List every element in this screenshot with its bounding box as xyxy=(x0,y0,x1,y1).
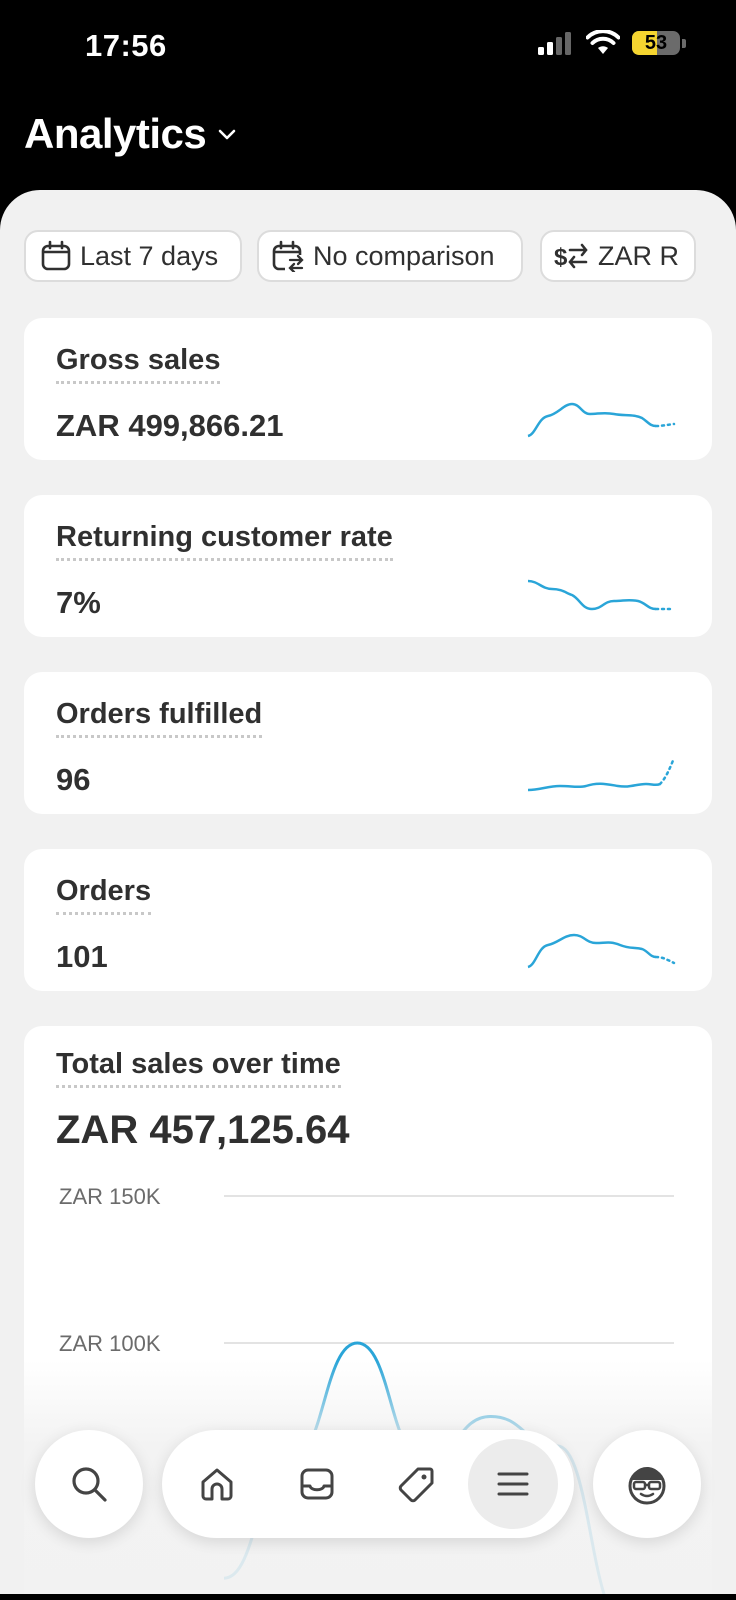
sparkline xyxy=(527,933,676,969)
inbox-icon xyxy=(300,1468,334,1500)
metric-value: 101 xyxy=(56,939,108,974)
orders-fulfilled-card[interactable]: Orders fulfilled 96 xyxy=(24,672,712,814)
currency-button[interactable]: $ ZAR R xyxy=(540,230,696,282)
tab-menu[interactable] xyxy=(468,1439,558,1529)
battery-icon: 53 xyxy=(632,31,680,55)
total-sales-value: ZAR 457,125.64 xyxy=(56,1108,350,1152)
home-icon xyxy=(201,1468,233,1501)
home-indicator xyxy=(0,1594,736,1600)
metric-value: ZAR 499,866.21 xyxy=(56,408,284,443)
tab-products[interactable] xyxy=(372,1439,462,1529)
tab-orders[interactable] xyxy=(272,1439,362,1529)
metric-value: 96 xyxy=(56,762,91,797)
tag-icon xyxy=(398,1467,434,1503)
currency-exchange-icon: $ xyxy=(554,243,588,271)
status-time: 17:56 xyxy=(85,28,167,63)
y-tick-label: ZAR 100K xyxy=(59,1331,161,1356)
analytics-header[interactable]: Analytics xyxy=(24,110,238,158)
status-bar: 17:56 53 xyxy=(0,0,736,100)
avatar-icon xyxy=(628,1467,666,1505)
metric-title: Gross sales xyxy=(56,344,221,384)
calendar-icon xyxy=(41,240,71,271)
svg-text:$: $ xyxy=(554,244,568,271)
date-range-button[interactable]: Last 7 days xyxy=(24,230,242,282)
status-icons: 53 xyxy=(536,30,686,56)
menu-icon xyxy=(497,1472,529,1496)
page-title: Analytics xyxy=(24,110,207,157)
bottom-tab-bar xyxy=(0,1430,736,1540)
filter-bar: Last 7 days No comparison $ ZAR R xyxy=(24,230,736,286)
y-tick-label: ZAR 150K xyxy=(59,1184,161,1209)
wifi-icon xyxy=(586,30,620,54)
search-button[interactable] xyxy=(35,1430,143,1538)
returning-customer-rate-card[interactable]: Returning customer rate 7% xyxy=(24,495,712,637)
main-nav-pill xyxy=(162,1430,574,1538)
comparison-label: No comparison xyxy=(313,240,495,271)
date-range-label: Last 7 days xyxy=(80,240,219,271)
metric-title: Returning customer rate xyxy=(56,521,393,561)
chart-title: Total sales over time xyxy=(56,1048,341,1088)
currency-label: ZAR R xyxy=(598,240,679,271)
search-icon xyxy=(72,1467,107,1502)
sparkline xyxy=(527,579,676,611)
orders-card[interactable]: Orders 101 xyxy=(24,849,712,991)
signal-icon xyxy=(538,32,571,55)
comparison-button[interactable]: No comparison xyxy=(257,230,523,282)
calendar-compare-icon xyxy=(272,240,304,272)
metric-title: Orders xyxy=(56,875,152,915)
sidekick-button[interactable] xyxy=(593,1430,701,1538)
sparkline xyxy=(527,402,676,438)
tab-home[interactable] xyxy=(172,1439,262,1529)
sparkline xyxy=(527,756,676,792)
metric-title: Orders fulfilled xyxy=(56,698,263,738)
gross-sales-card[interactable]: Gross sales ZAR 499,866.21 xyxy=(24,318,712,460)
chevron-down-icon xyxy=(218,129,236,140)
battery-level: 53 xyxy=(644,31,668,54)
metric-value: 7% xyxy=(56,585,101,620)
